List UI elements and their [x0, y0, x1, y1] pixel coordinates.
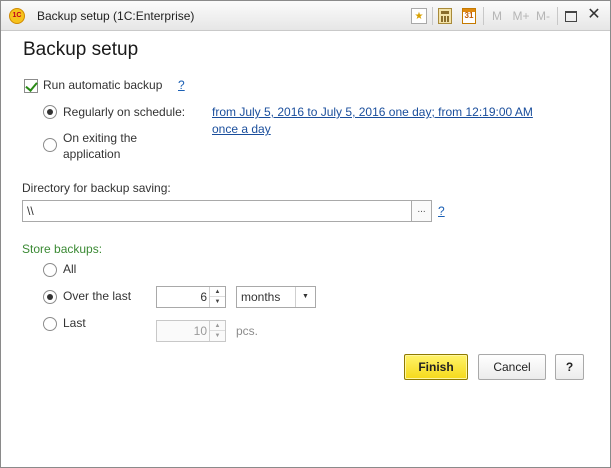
browse-directory-button[interactable]: ... [411, 200, 432, 222]
toolbar-separator [483, 7, 484, 25]
close-icon[interactable]: ✕ [587, 6, 601, 23]
app-logo-icon: 1C [9, 8, 25, 24]
auto-backup-checkbox[interactable] [24, 79, 38, 93]
title-bar: 1C Backup setup (1C:Enterprise) ★ 31 M M… [1, 1, 610, 31]
directory-input[interactable]: \\ [22, 200, 412, 222]
calculator-icon[interactable] [438, 8, 452, 24]
toolbar-separator [557, 7, 558, 25]
count-unit-label: pcs. [236, 324, 259, 338]
page-title: Backup setup [23, 39, 139, 60]
store-all-radio[interactable] [43, 263, 57, 277]
auto-backup-help-link[interactable]: ? [178, 78, 185, 92]
calendar-icon[interactable]: 31 [462, 8, 476, 24]
store-all-label[interactable]: All [63, 262, 76, 276]
regularly-label[interactable]: Regularly on schedule: [63, 105, 185, 119]
count-stepper-arrows: ▲ ▼ [209, 321, 225, 341]
on-exit-label-continued[interactable]: application [63, 147, 120, 161]
stepper-down-icon[interactable]: ▼ [210, 331, 225, 341]
store-backups-label: Store backups: [22, 242, 103, 256]
directory-help-link[interactable]: ? [438, 204, 445, 218]
toolbar-separator [432, 7, 433, 25]
count-value: 10 [193, 324, 207, 338]
stepper-up-icon[interactable]: ▲ [210, 287, 225, 297]
count-value-stepper[interactable]: 10 ▲ ▼ [156, 320, 226, 342]
period-unit-value: months [241, 290, 281, 304]
store-over-last-label[interactable]: Over the last [63, 289, 131, 303]
period-value-stepper[interactable]: 6 ▲ ▼ [156, 286, 226, 308]
cancel-button[interactable]: Cancel [478, 354, 546, 380]
directory-label: Directory for backup saving: [22, 181, 171, 195]
on-exit-radio[interactable] [43, 138, 57, 152]
period-value: 6 [200, 290, 207, 304]
window-title: Backup setup (1C:Enterprise) [37, 9, 195, 23]
schedule-link-continued[interactable]: once a day [212, 122, 271, 136]
on-exit-label[interactable]: On exiting the [63, 131, 137, 145]
help-button[interactable]: ? [555, 354, 584, 380]
dialog-content: Backup setup Run automatic backup ? Regu… [1, 32, 610, 467]
store-over-last-radio[interactable] [43, 290, 57, 304]
maximize-icon[interactable] [565, 11, 577, 22]
store-last-radio[interactable] [43, 317, 57, 331]
auto-backup-label[interactable]: Run automatic backup [43, 78, 162, 92]
favorite-star-icon[interactable]: ★ [411, 8, 427, 24]
memory-button[interactable]: M [491, 8, 503, 24]
period-stepper-arrows: ▲ ▼ [209, 287, 225, 307]
memory-subtract-button[interactable]: M- [534, 8, 552, 24]
chevron-down-icon[interactable]: ▼ [295, 287, 315, 307]
period-unit-select[interactable]: months ▼ [236, 286, 316, 308]
finish-button[interactable]: Finish [404, 354, 468, 380]
regularly-radio[interactable] [43, 105, 57, 119]
backup-setup-window: 1C Backup setup (1C:Enterprise) ★ 31 M M… [0, 0, 611, 468]
stepper-up-icon[interactable]: ▲ [210, 321, 225, 331]
memory-add-button[interactable]: M+ [511, 8, 531, 24]
stepper-down-icon[interactable]: ▼ [210, 297, 225, 307]
store-last-label[interactable]: Last [63, 316, 86, 330]
schedule-link[interactable]: from July 5, 2016 to July 5, 2016 one da… [212, 105, 533, 119]
